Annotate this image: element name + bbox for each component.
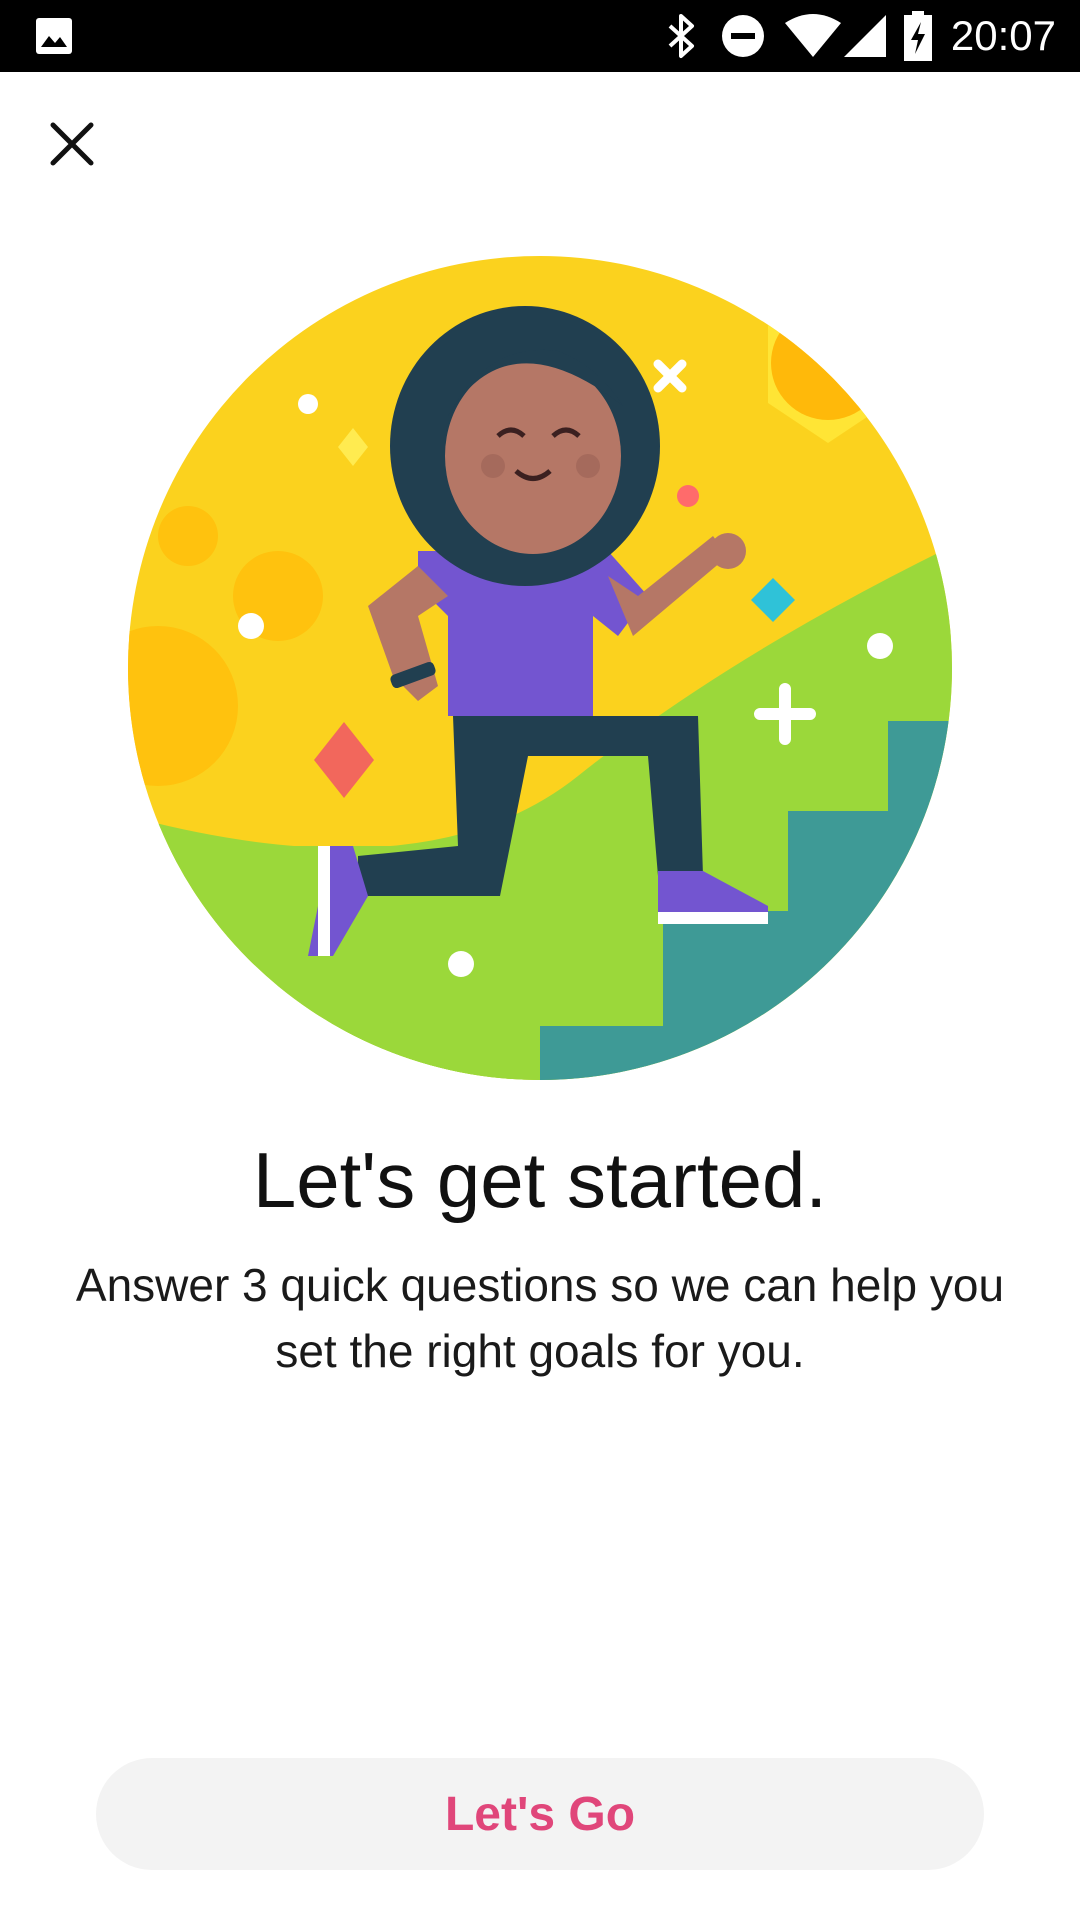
close-button[interactable] bbox=[40, 112, 104, 176]
bluetooth-icon bbox=[664, 0, 698, 72]
lets-go-button[interactable]: Let's Go bbox=[96, 1758, 984, 1870]
close-icon bbox=[50, 122, 94, 166]
cell-signal-icon bbox=[842, 0, 888, 72]
do-not-disturb-icon bbox=[720, 0, 766, 72]
person-climbing-stairs-illustration bbox=[128, 256, 952, 1080]
wifi-icon bbox=[784, 0, 842, 72]
gallery-notification-icon bbox=[34, 0, 74, 72]
status-time: 20:07 bbox=[950, 12, 1056, 59]
page-subtitle: Answer 3 quick questions so we can help … bbox=[75, 1259, 1005, 1377]
page-title: Let's get started. bbox=[252, 1136, 828, 1224]
battery-charging-icon bbox=[902, 0, 934, 72]
status-bar: 20:07 bbox=[0, 0, 1080, 72]
lets-go-button-label: Let's Go bbox=[444, 1787, 636, 1841]
hero-illustration bbox=[128, 256, 952, 1080]
